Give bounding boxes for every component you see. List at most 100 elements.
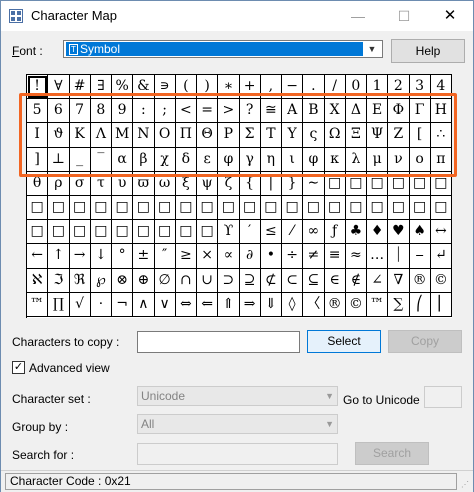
character-cell[interactable]: ⊆ xyxy=(303,268,325,293)
character-cell[interactable]: □ xyxy=(69,220,91,245)
character-cell[interactable]: □ xyxy=(112,195,134,221)
character-cell[interactable]: √ xyxy=(69,292,91,317)
character-cell[interactable]: ⊕ xyxy=(133,268,155,293)
character-cell[interactable]: Β xyxy=(303,99,325,124)
character-cell[interactable]: Φ xyxy=(388,99,410,124)
character-cell[interactable]: 0 xyxy=(345,75,367,100)
advanced-view-checkbox[interactable]: ✓ xyxy=(12,361,25,374)
character-cell[interactable]: □ xyxy=(197,195,219,221)
character-cell[interactable]: / xyxy=(324,75,346,100)
character-cell[interactable]: © xyxy=(345,292,367,317)
character-cell[interactable]: { xyxy=(239,171,261,196)
character-cell[interactable]: η xyxy=(260,147,282,172)
maximize-button[interactable]: ☐ xyxy=(381,1,427,31)
character-cell[interactable]: × xyxy=(197,244,219,269)
character-cell[interactable]: 1 xyxy=(367,75,389,100)
character-cell[interactable]: ≤ xyxy=(260,220,282,245)
chevron-down-icon[interactable]: ▼ xyxy=(364,42,380,56)
character-cell[interactable]: □ xyxy=(260,195,282,221)
character-cell[interactable]: ♥ xyxy=(388,220,410,245)
character-cell[interactable]: ∇ xyxy=(388,268,410,293)
character-cell[interactable]: + xyxy=(239,75,261,100)
character-cell[interactable]: ♣ xyxy=(345,220,367,245)
character-cell[interactable]: ↓ xyxy=(90,244,112,269)
character-cell[interactable]: ∨ xyxy=(154,292,176,317)
character-cell[interactable]: ⇔ xyxy=(175,292,197,317)
character-cell[interactable]: ∍ xyxy=(154,75,176,100)
character-cell[interactable]: ξ xyxy=(175,171,197,196)
character-cell[interactable]: ϑ xyxy=(48,123,70,148)
character-cell[interactable]: Ω xyxy=(324,123,346,148)
character-cell[interactable]: ⇒ xyxy=(239,292,261,317)
character-cell[interactable]: Ψ xyxy=(367,123,389,148)
character-cell[interactable]: ∠ xyxy=(367,268,389,293)
character-cell[interactable]: □ xyxy=(175,195,197,221)
character-cell[interactable]: σ xyxy=(69,171,91,196)
character-cell[interactable]: ∪ xyxy=(197,268,219,293)
character-cell[interactable]: ℑ xyxy=(48,268,70,293)
character-cell[interactable]: ℘ xyxy=(90,268,112,293)
character-cell[interactable]: ∀ xyxy=(48,75,70,100)
character-cell[interactable]: ‾ xyxy=(90,147,112,172)
character-cell[interactable]: 〈 xyxy=(303,292,325,317)
character-cell[interactable]: Τ xyxy=(260,123,282,148)
character-cell[interactable]: → xyxy=(69,244,91,269)
character-cell[interactable]: Ε xyxy=(367,99,389,124)
character-cell[interactable]: □ xyxy=(239,195,261,221)
chars-to-copy-input[interactable] xyxy=(137,331,300,353)
character-cell[interactable]: 6 xyxy=(48,99,70,124)
character-cell[interactable]: τ xyxy=(90,171,112,196)
character-cell[interactable]: □ xyxy=(218,195,240,221)
character-cell[interactable]: ≅ xyxy=(260,99,282,124)
character-cell[interactable]: 8 xyxy=(90,99,112,124)
character-cell[interactable]: ¬ xyxy=(112,292,134,317)
character-cell[interactable]: Θ xyxy=(197,123,219,148)
character-cell[interactable]: ρ xyxy=(48,171,70,196)
copy-button[interactable]: Copy xyxy=(388,330,462,353)
character-cell[interactable]: . xyxy=(303,75,325,100)
character-cell[interactable]: > xyxy=(218,99,240,124)
character-cell[interactable]: ∗ xyxy=(218,75,240,100)
character-cell[interactable]: ∉ xyxy=(345,268,367,293)
minimize-button[interactable]: — xyxy=(335,1,381,31)
character-cell[interactable]: □ xyxy=(90,220,112,245)
character-cell[interactable]: Ρ xyxy=(218,123,240,148)
character-cell[interactable]: Σ xyxy=(239,123,261,148)
character-cell[interactable]: ⎜ xyxy=(430,292,452,317)
character-cell[interactable]: □ xyxy=(409,171,431,196)
character-cell[interactable]: ƒ xyxy=(324,220,346,245)
character-cell[interactable]: ζ xyxy=(218,171,240,196)
character-cell[interactable]: 2 xyxy=(388,75,410,100)
character-cell[interactable]: ℜ xyxy=(69,268,91,293)
character-cell[interactable]: & xyxy=(133,75,155,100)
character-cell[interactable]: ⎛ xyxy=(409,292,431,317)
character-cell[interactable]: □ xyxy=(324,195,346,221)
character-cell[interactable]: □ xyxy=(197,220,219,245)
character-cell[interactable]: □ xyxy=(324,171,346,196)
character-cell[interactable]: ν xyxy=(388,147,410,172)
character-cell[interactable]: Κ xyxy=(69,123,91,148)
character-cell[interactable]: % xyxy=(112,75,134,100)
character-cell[interactable]: ϒ xyxy=(218,220,240,245)
character-cell[interactable]: ⊄ xyxy=(260,268,282,293)
character-cell[interactable]: ⊥ xyxy=(48,147,70,172)
character-cell[interactable]: ≈ xyxy=(345,244,367,269)
character-cell[interactable]: γ xyxy=(239,147,261,172)
character-cell[interactable]: ⋅ xyxy=(90,292,112,317)
character-cell[interactable]: Η xyxy=(430,99,452,124)
character-cell[interactable]: ℵ xyxy=(27,268,49,293)
character-cell[interactable]: λ xyxy=(345,147,367,172)
character-cell[interactable]: □ xyxy=(430,195,452,221)
character-cell[interactable]: Χ xyxy=(324,99,346,124)
character-cell[interactable]: , xyxy=(260,75,282,100)
character-cell[interactable]: □ xyxy=(27,195,49,221)
character-cell[interactable]: 3 xyxy=(409,75,431,100)
character-cell[interactable]: ⁄ xyxy=(282,220,304,245)
character-cell[interactable]: ⇓ xyxy=(260,292,282,317)
character-cell[interactable]: 7 xyxy=(69,99,91,124)
character-cell[interactable]: ⊂ xyxy=(282,268,304,293)
character-cell[interactable]: φ xyxy=(218,147,240,172)
character-cell[interactable]: ∧ xyxy=(133,292,155,317)
character-cell[interactable]: ε xyxy=(197,147,219,172)
character-cell[interactable]: Ξ xyxy=(345,123,367,148)
